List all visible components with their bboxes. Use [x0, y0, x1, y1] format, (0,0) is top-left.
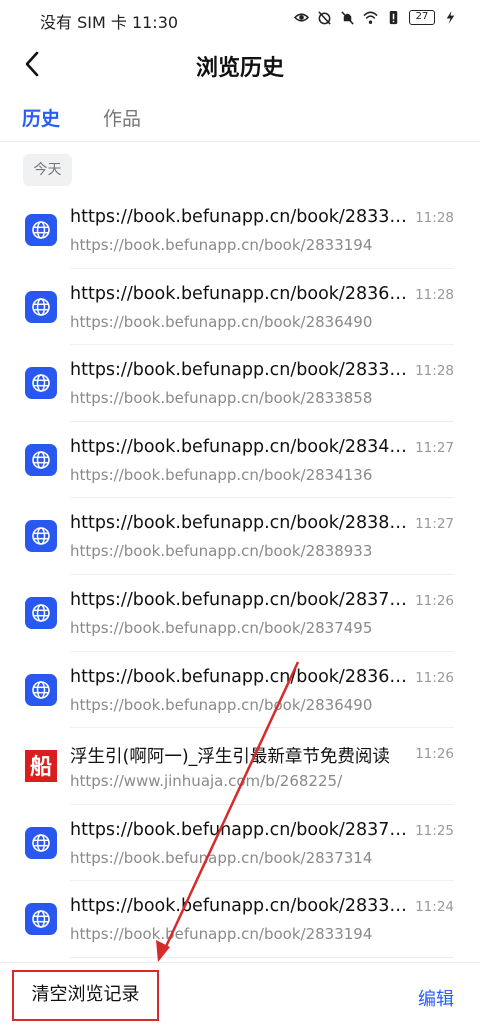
item-time: 11:26	[415, 746, 454, 763]
item-title: 浮生引(啊阿一)_浮生引最新章节免费阅读	[70, 747, 390, 768]
battery-icon: 27	[409, 10, 435, 25]
item-title: https://book.befunapp.cn/book/2833194	[70, 896, 415, 917]
item-url: https://book.befunapp.cn/book/2836490	[70, 312, 373, 331]
item-time: 11:27	[415, 439, 454, 456]
item-time: 11:24	[415, 899, 454, 916]
globe-icon	[25, 673, 57, 706]
wifi-icon	[363, 11, 378, 24]
alarm-off-icon	[318, 11, 331, 25]
list-item[interactable]: https://book.befunapp.cn/book/2837495 htt…	[0, 575, 480, 652]
page-title: 浏览历史	[195, 56, 284, 81]
item-title: https://book.befunapp.cn/book/2836490	[70, 283, 415, 304]
svg-text:船: 船	[30, 754, 52, 780]
edit-button[interactable]: 编辑	[418, 985, 454, 1011]
battery-alert-icon	[389, 10, 398, 25]
globe-icon	[25, 826, 57, 859]
list-item[interactable]: https://book.befunapp.cn/book/2837314 htt…	[0, 805, 480, 882]
charging-icon	[446, 10, 455, 25]
eye-icon	[294, 13, 309, 22]
list-item[interactable]: https://book.befunapp.cn/book/2833194 htt…	[0, 192, 480, 269]
item-time: 11:26	[415, 592, 454, 609]
item-title: https://book.befunapp.cn/book/2834136	[70, 436, 415, 457]
globe-icon	[25, 596, 57, 629]
item-url: https://book.befunapp.cn/book/2837495	[70, 618, 373, 637]
history-list: https://book.befunapp.cn/book/2833194 htt…	[0, 192, 480, 958]
list-item[interactable]: https://book.befunapp.cn/book/2833194 htt…	[0, 881, 480, 958]
item-url: https://book.befunapp.cn/book/2834136	[70, 465, 373, 484]
item-url: https://book.befunapp.cn/book/2836490	[70, 695, 373, 714]
item-url: https://book.befunapp.cn/book/2833194	[70, 925, 373, 944]
item-url: https://book.befunapp.cn/book/2833194	[70, 236, 373, 254]
globe-icon	[25, 443, 57, 476]
item-time: 11:25	[415, 822, 454, 839]
list-item[interactable]: https://book.befunapp.cn/book/2834136 htt…	[0, 422, 480, 499]
status-bar: 没有 SIM 卡 11:30 27	[0, 0, 480, 36]
list-item[interactable]: https://book.befunapp.cn/book/2838933 htt…	[0, 498, 480, 575]
globe-icon	[25, 520, 57, 553]
list-item[interactable]: 船浮生引(啊阿一)_浮生引最新章节免费阅读 https://www.jinhuaj…	[0, 728, 480, 805]
item-url: https://book.befunapp.cn/book/2838933	[70, 542, 373, 561]
item-time: 11:28	[415, 363, 454, 380]
list-item[interactable]: https://book.befunapp.cn/book/2836490 htt…	[0, 269, 480, 346]
site-logo-icon: 船	[25, 750, 57, 783]
item-time: 11:26	[415, 669, 454, 686]
globe-icon	[25, 903, 57, 936]
item-url: https://book.befunapp.cn/book/2833858	[70, 389, 373, 408]
item-title: https://book.befunapp.cn/book/2833194	[70, 207, 415, 227]
globe-icon	[25, 290, 57, 323]
list-item[interactable]: https://book.befunapp.cn/book/2836490 htt…	[0, 652, 480, 729]
status-icons: 27	[294, 10, 458, 25]
item-title: https://book.befunapp.cn/book/2833858	[70, 360, 415, 381]
bell-off-icon	[341, 11, 354, 25]
item-time: 11:28	[415, 286, 454, 303]
item-time: 11:28	[415, 210, 454, 226]
globe-icon	[25, 367, 57, 400]
item-title: https://book.befunapp.cn/book/2838933	[70, 513, 415, 534]
carrier-time: 没有 SIM 卡 11:30	[40, 13, 179, 32]
tab-bar: 历史 作品	[0, 94, 480, 142]
tab-works[interactable]: 作品	[103, 104, 141, 131]
item-title: https://book.befunapp.cn/book/2837314	[70, 819, 415, 840]
bottom-bar: 清空浏览记录 编辑	[0, 962, 480, 1027]
item-divider	[70, 956, 454, 958]
list-item[interactable]: https://book.befunapp.cn/book/2833858 htt…	[0, 345, 480, 422]
header: 浏览历史	[0, 36, 480, 94]
clear-history-button[interactable]: 清空浏览记录	[12, 970, 159, 1021]
globe-icon	[25, 214, 57, 246]
item-url: https://book.befunapp.cn/book/2837314	[70, 848, 373, 867]
item-url: https://www.jinhuaja.com/b/268225/	[70, 772, 343, 791]
tab-history[interactable]: 历史	[22, 104, 60, 131]
date-group-badge: 今天	[23, 154, 72, 186]
item-title: https://book.befunapp.cn/book/2837495	[70, 589, 415, 610]
item-title: https://book.befunapp.cn/book/2836490	[70, 666, 415, 687]
item-time: 11:27	[415, 516, 454, 533]
